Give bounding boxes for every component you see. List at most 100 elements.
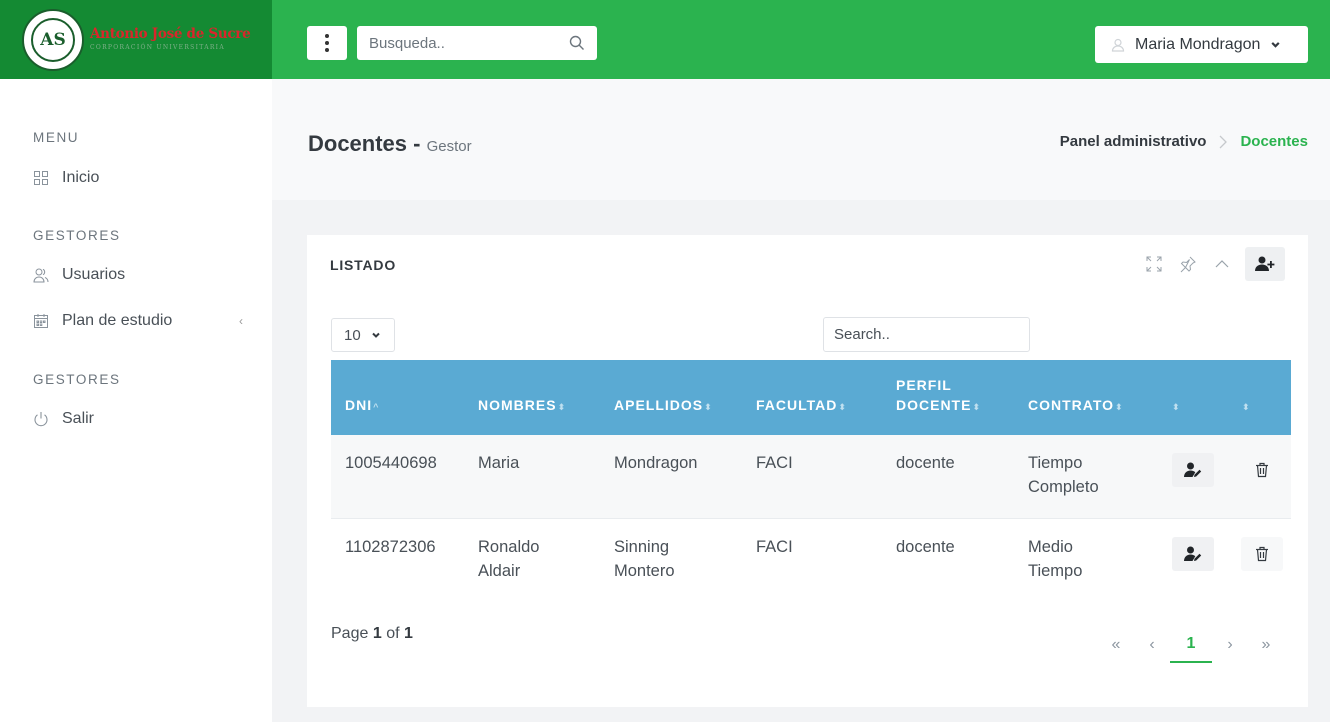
edit-user-icon [1184, 462, 1202, 477]
breadcrumb: Panel administrativo Docentes [1060, 133, 1308, 150]
page-1-button[interactable]: 1 [1170, 627, 1212, 663]
sidebar-section-title: GESTORES [33, 228, 121, 243]
column-header-apellidos[interactable]: APELLIDOS⬍ [614, 395, 713, 417]
cell-nombres: Maria [478, 454, 520, 472]
column-header-nombres[interactable]: NOMBRES⬍ [478, 395, 566, 417]
page-subtitle: Gestor [426, 138, 472, 155]
first-page-button[interactable]: « [1098, 627, 1134, 663]
sort-icon: ⬍ [1115, 402, 1124, 412]
sort-icon: ⬍ [704, 402, 713, 412]
breadcrumb-item-active: Docentes [1240, 133, 1308, 150]
cell-contrato: Medio Tiempo [1028, 538, 1083, 580]
brand-name: Antonio José de Sucre [90, 26, 251, 43]
column-header-dni[interactable]: DNI^ [345, 395, 379, 417]
page-length-value: 10 [344, 326, 361, 344]
add-user-button[interactable] [1245, 247, 1285, 281]
sidebar-item-label: Inicio [62, 169, 100, 186]
pin-icon[interactable] [1177, 253, 1199, 275]
page-title-separator: - [407, 131, 427, 156]
page-info: Page 1 of 1 [331, 625, 413, 642]
logo-monogram: AS [31, 17, 75, 62]
cell-dni: 1102872306 [345, 538, 436, 556]
edit-user-icon [1184, 546, 1202, 561]
last-page-button[interactable]: » [1248, 627, 1284, 663]
power-icon [34, 412, 48, 427]
column-header-perfil-docente[interactable]: PERFIL DOCENTE⬍ [896, 375, 981, 417]
page-title-text: Docentes [308, 131, 408, 156]
delete-button[interactable] [1241, 453, 1283, 487]
sidebar: MENU Inicio GESTORES Usuarios Plan de es… [0, 79, 272, 722]
trash-icon [1256, 462, 1268, 478]
page-title: Docentes - Gestor [308, 131, 472, 157]
prev-page-button[interactable]: ‹ [1134, 627, 1170, 663]
calendar-icon [34, 314, 48, 328]
table-header: DNI^ NOMBRES⬍ APELLIDOS⬍ FACULTAD⬍ PERFI… [331, 360, 1291, 435]
sidebar-item-label: Plan de estudio [62, 312, 173, 329]
chevron-down-icon [371, 332, 380, 338]
edit-user-button[interactable] [1172, 453, 1214, 487]
chevron-left-icon: ‹ [239, 314, 243, 328]
sidebar-item-label: Usuarios [62, 266, 126, 283]
cell-perfil: docente [896, 454, 955, 472]
docentes-table: DNI^ NOMBRES⬍ APELLIDOS⬍ FACULTAD⬍ PERFI… [331, 360, 1291, 603]
delete-button[interactable] [1241, 537, 1283, 571]
cell-dni: 1005440698 [345, 454, 437, 472]
next-page-button[interactable]: › [1212, 627, 1248, 663]
pagination: « ‹ 1 › » [1098, 627, 1284, 663]
card-title: LISTADO [330, 257, 397, 273]
page-header: Docentes - Gestor Panel administrativo D… [272, 79, 1330, 200]
chevron-down-icon [1271, 42, 1280, 48]
more-vertical-icon [325, 34, 329, 52]
breadcrumb-item[interactable]: Panel administrativo [1060, 133, 1207, 150]
column-header-edit[interactable]: ⬍ [1171, 395, 1181, 417]
page-length-select[interactable]: 10 [331, 318, 395, 352]
logo-seal: AS [22, 8, 84, 71]
search-input[interactable] [357, 26, 597, 60]
listado-card: LISTADO 10 DNI^ NOMBRES⬍ APELLIDOS⬍ FACU… [307, 235, 1308, 707]
sort-icon: ⬍ [557, 402, 567, 412]
top-header: AS Antonio José de Sucre CORPORACIÓN UNI… [0, 0, 1330, 79]
sidebar-item-salir[interactable]: Salir [33, 410, 243, 428]
fullscreen-icon[interactable] [1143, 253, 1165, 275]
brand[interactable]: AS Antonio José de Sucre CORPORACIÓN UNI… [0, 0, 272, 79]
edit-user-button[interactable] [1172, 537, 1214, 571]
current-page: 1 [372, 625, 382, 642]
table-row: 1102872306 Ronaldo Aldair Sinning Montero … [331, 519, 1291, 603]
column-header-contrato[interactable]: CONTRATO⬍ [1028, 395, 1124, 417]
card-tools [1143, 247, 1285, 281]
grid-icon [34, 171, 48, 185]
sidebar-section-title: GESTORES [33, 372, 121, 387]
total-pages: 1 [403, 625, 413, 642]
table-search-input[interactable] [823, 317, 1030, 352]
sort-icon: ⬍ [838, 402, 847, 412]
user-name: Maria Mondragon [1135, 35, 1261, 53]
sort-icon: ⬍ [972, 402, 981, 412]
sidebar-item-plan-de-estudio[interactable]: Plan de estudio ‹ [33, 312, 243, 330]
column-header-facultad[interactable]: FACULTAD⬍ [756, 395, 847, 417]
sort-icon: ⬍ [1172, 402, 1181, 412]
cell-apellidos: Sinning Montero [614, 538, 675, 580]
sidebar-item-label: Salir [62, 410, 95, 427]
trash-icon [1256, 546, 1268, 562]
sidebar-item-inicio[interactable]: Inicio [33, 169, 243, 187]
user-menu-button[interactable]: Maria Mondragon [1095, 26, 1308, 63]
cell-facultad: FACI [756, 538, 793, 556]
add-user-icon [1255, 256, 1275, 271]
users-icon [33, 268, 49, 283]
cell-perfil: docente [896, 538, 955, 556]
sort-asc-icon: ^ [373, 402, 380, 412]
column-header-delete[interactable]: ⬍ [1241, 395, 1251, 417]
sort-icon: ⬍ [1242, 402, 1251, 412]
sidebar-section-title: MENU [33, 130, 80, 145]
chevron-right-icon [1220, 135, 1228, 148]
chevron-up-icon[interactable] [1211, 253, 1233, 275]
search-icon[interactable] [569, 35, 585, 51]
menu-toggle-button[interactable] [307, 26, 347, 60]
brand-subtitle: CORPORACIÓN UNIVERSITARIA [90, 43, 225, 51]
table-row: 1005440698 Maria Mondragon FACI docente … [331, 435, 1291, 519]
sidebar-item-usuarios[interactable]: Usuarios [33, 266, 243, 284]
cell-contrato: Tiempo Completo [1028, 454, 1099, 496]
cell-apellidos: Mondragon [614, 454, 698, 472]
cell-nombres: Ronaldo Aldair [478, 538, 540, 580]
user-icon [1111, 38, 1125, 52]
